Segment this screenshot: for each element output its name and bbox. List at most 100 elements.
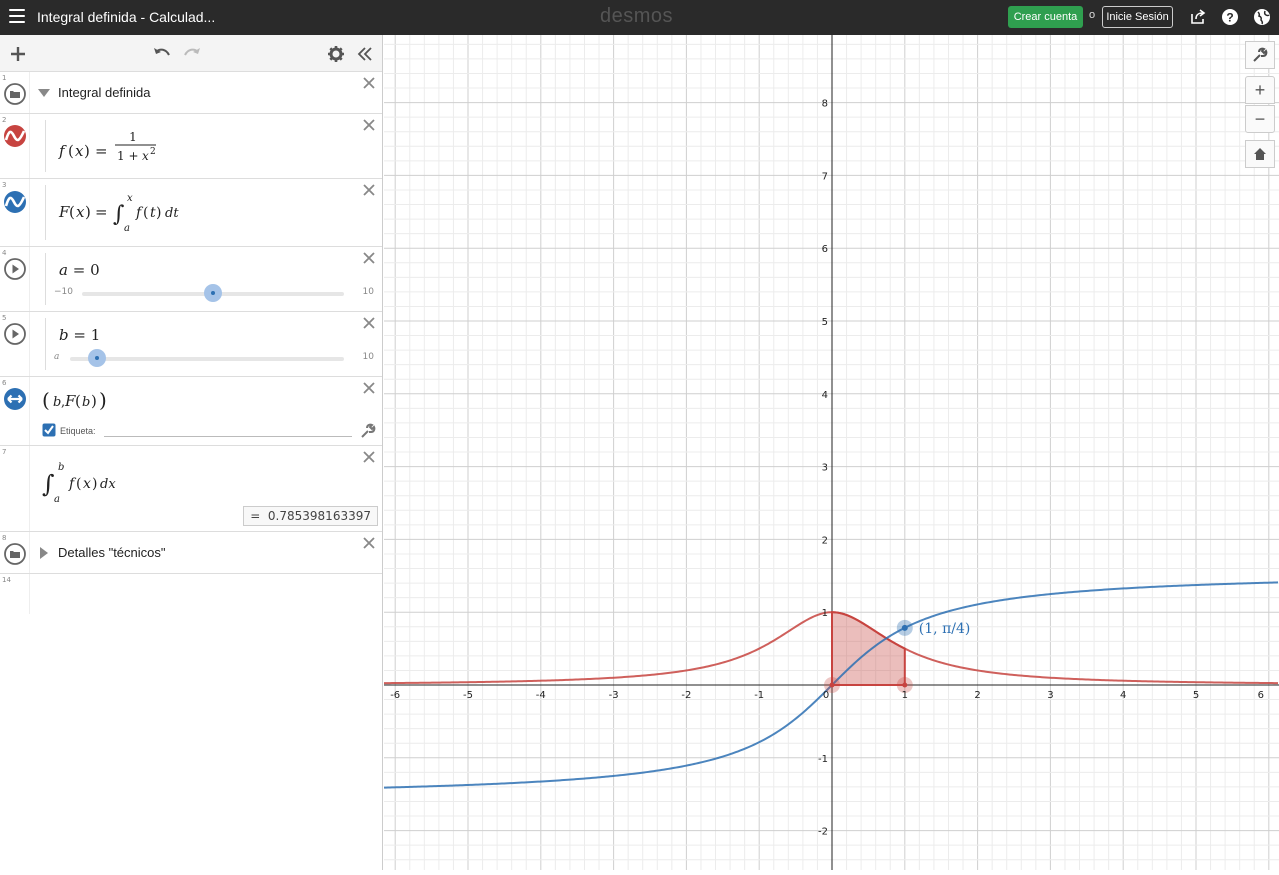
expression-panel: 1 Integral definida 2 f ( x ) = 1 1 + x … [0,35,383,870]
folder-collapsed-icon[interactable] [38,546,50,560]
collapse-panel-icon[interactable] [355,44,375,64]
slider-thumb[interactable] [88,349,107,367]
y-tick-label: 8 [822,99,828,110]
svg-text:x: x [127,193,133,204]
slider-a[interactable]: −10 10 [54,284,374,302]
math-f-definition[interactable]: f ( x ) = 1 1 + x 2 [55,124,175,170]
label-input[interactable] [104,436,352,437]
expression-row-slider-b[interactable]: 5 b = 1 a 10 [0,312,382,377]
undo-icon[interactable] [152,44,172,64]
globe-icon[interactable] [1253,8,1271,26]
x-tick-label: 0 [823,690,829,701]
delete-expression-icon[interactable] [362,251,376,265]
bound-point [902,682,908,688]
slider-b-expression[interactable]: b = 1 [59,326,100,344]
slider-b[interactable]: a 10 [54,349,374,367]
x-tick-label: 3 [1047,690,1053,701]
svg-text:x: x [83,476,91,492]
x-tick-label: -5 [463,690,473,701]
delete-expression-icon[interactable] [362,316,376,330]
math-point[interactable]: ( b , F ( b ) ) [40,385,130,415]
y-tick-label: 4 [822,390,828,401]
folder-icon[interactable] [3,542,27,566]
delete-expression-icon[interactable] [362,76,376,90]
folder-icon[interactable] [3,82,27,106]
expression-row-folder-details[interactable]: 8 Detalles "técnicos" [0,532,382,574]
top-bar: Integral definida - Calculad... desmos C… [0,0,1279,35]
expression-row-integral[interactable]: 7 ∫ b a f ( x ) dx = 0.785398163397 [0,446,382,532]
share-icon[interactable] [1189,8,1207,26]
slider-track[interactable] [70,357,344,361]
red-curve-icon[interactable] [3,124,27,148]
home-icon[interactable] [1245,140,1275,168]
folder-label[interactable]: Integral definida [58,85,151,100]
x-tick-label: -6 [390,690,400,701]
folder-label[interactable]: Detalles "técnicos" [58,545,166,560]
delete-expression-icon[interactable] [362,450,376,464]
delete-expression-icon[interactable] [362,118,376,132]
y-tick-label: 5 [822,317,828,328]
blue-curve-icon[interactable] [3,190,27,214]
row-gutter: 8 [0,532,30,573]
label-caption: Etiqueta: [60,426,96,436]
play-icon[interactable] [3,257,27,281]
x-tick-label: 6 [1258,690,1264,701]
add-icon[interactable] [8,44,28,64]
math-F-definition[interactable]: F ( x ) = ∫ x a f ( t ) dt [55,189,205,239]
row-gutter: 1 [0,72,30,113]
slider-thumb[interactable] [204,284,222,302]
expression-row-point[interactable]: 6 ( b , F ( b ) ) Etiqueta: [0,377,382,446]
expression-row-folder[interactable]: 1 Integral definida [0,72,382,114]
graph-canvas[interactable]: (1, π/4) -6 -5 -4 -3 -2 -1 0 1 2 3 4 5 6 8 7 6 5 4 3 2 1 -1 -2 [383,35,1279,870]
play-icon[interactable] [3,322,27,346]
slider-variable: b [59,326,69,344]
svg-text:b: b [82,395,90,410]
point-b-Fb [901,624,908,631]
result-value: 0.785398163397 [267,509,371,523]
expression-row-slider-a[interactable]: 4 a = 0 −10 10 [0,247,382,312]
login-button[interactable]: Inicie Sesión [1102,6,1173,28]
x-tick-label: 1 [902,690,908,701]
slider-max[interactable]: 10 [363,352,374,362]
delete-expression-icon[interactable] [362,183,376,197]
row-gutter: 7 [0,446,30,531]
indent-line [45,318,46,370]
x-tick-label: 2 [974,690,980,701]
menu-icon[interactable] [9,9,25,25]
delete-expression-icon[interactable] [362,381,376,395]
expression-row-empty[interactable]: 14 [0,574,382,614]
graph-title[interactable]: Integral definida - Calculad... [37,9,215,25]
graph-area[interactable]: (1, π/4) -6 -5 -4 -3 -2 -1 0 1 2 3 4 5 6 8 7 6 5 4 3 2 1 -1 -2 … [383,35,1279,870]
slider-a-expression[interactable]: a = 0 [59,261,100,279]
x-tick-label: -1 [754,690,764,701]
slider-min[interactable]: a [54,352,59,362]
expression-row-F[interactable]: 3 F ( x ) = ∫ x a f ( t ) dt [0,179,382,247]
create-account-button[interactable]: Crear cuenta [1008,6,1083,28]
svg-text:a: a [124,223,130,234]
math-integral[interactable]: ∫ b a f ( x ) dx [40,456,160,506]
redo-icon[interactable] [182,44,202,64]
zoom-out-icon[interactable]: − [1245,105,1275,133]
bound-point [829,682,835,688]
help-icon[interactable]: ? [1221,8,1239,26]
svg-text:1 +: 1 + [117,149,139,163]
folder-expanded-icon[interactable] [37,87,51,99]
slider-min[interactable]: −10 [54,287,73,297]
wrench-icon[interactable] [360,423,376,439]
zoom-in-icon[interactable]: + [1245,76,1275,104]
wrench-icon[interactable] [1245,41,1275,69]
delete-expression-icon[interactable] [362,536,376,550]
svg-text:1: 1 [129,130,137,144]
x-tick-label: 4 [1120,690,1126,701]
row-number: 6 [2,379,7,387]
svg-text:): ) [92,476,97,492]
expression-row-f[interactable]: 2 f ( x ) = 1 1 + x 2 [0,114,382,179]
svg-text:): ) [84,142,90,160]
svg-text:=: = [95,203,108,221]
row-gutter: 3 [0,179,30,246]
drag-point-icon[interactable] [3,387,27,411]
label-checkbox[interactable] [42,423,56,437]
gear-icon[interactable] [326,44,346,64]
slider-max[interactable]: 10 [363,287,374,297]
svg-text:): ) [85,203,91,221]
